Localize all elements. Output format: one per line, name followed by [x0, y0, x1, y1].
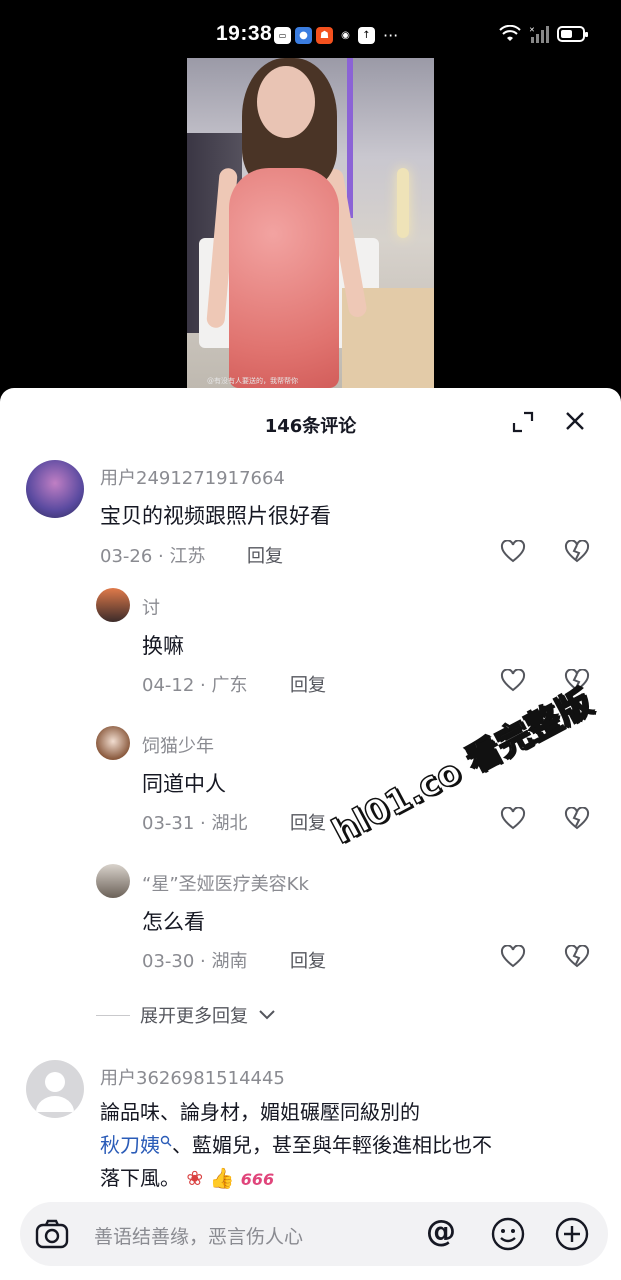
video-caption: @有没有人要送的，我帮帮你	[207, 377, 298, 385]
upload-icon: ↑	[358, 27, 375, 44]
video-player[interactable]: @有没有人要送的，我帮帮你	[187, 58, 434, 388]
expand-icon[interactable]	[512, 411, 534, 433]
reply-location: 湖北	[211, 813, 248, 834]
avatar[interactable]	[96, 864, 130, 898]
avatar[interactable]	[26, 460, 84, 518]
comment-location: 江苏	[169, 546, 206, 567]
like-icon[interactable]	[500, 807, 526, 831]
emoji-icon[interactable]	[490, 1216, 526, 1252]
avatar[interactable]	[96, 726, 130, 760]
reply-button[interactable]: 回复	[290, 947, 326, 973]
close-icon[interactable]	[564, 410, 586, 432]
reply-text[interactable]: 同道中人	[142, 768, 226, 798]
comment-text-line: 落下風。 ❀ 👍 666	[100, 1162, 590, 1196]
reply-button[interactable]: 回复	[290, 809, 326, 835]
battery-icon	[557, 26, 588, 42]
browser-notification-icon: ●	[295, 27, 312, 44]
mention-icon[interactable]: @	[426, 1214, 456, 1249]
reply-text[interactable]: 怎么看	[142, 906, 205, 936]
comments-sheet: 146条评论 用户2491271917664 宝贝的视频跟照片很好看 03-26…	[0, 388, 621, 1280]
comment-input-bar[interactable]: 善语结善缘，恶言伤人心 @	[20, 1202, 608, 1266]
app-notification-icon: ▭	[274, 27, 291, 44]
search-icon	[160, 1135, 172, 1147]
comment-username[interactable]: 用户3626981514445	[100, 1064, 285, 1090]
more-notifications-icon: ···	[383, 26, 399, 45]
comment-text-line: 秋刀姨 、藍媚兒，甚至與年輕後進相比也不	[100, 1129, 590, 1162]
like-icon[interactable]	[500, 669, 526, 693]
comment-text-end: 落下風。	[100, 1166, 180, 1190]
thumbs-up-emoji-icon: 👍	[209, 1166, 235, 1190]
reply-text[interactable]: 换嘛	[142, 630, 184, 660]
dislike-icon[interactable]	[564, 807, 590, 831]
wifi-icon	[499, 25, 521, 41]
reply-location: 湖南	[211, 951, 248, 972]
expand-replies-label: 展开更多回复	[140, 1006, 248, 1027]
status-time: 19:38	[216, 22, 273, 45]
reply-username[interactable]: “星”圣娅医疗美容Kk	[142, 870, 309, 896]
reply-date: 03-31	[142, 813, 195, 834]
video-person-face	[257, 66, 315, 138]
expand-replies-button[interactable]: 展开更多回复	[96, 1002, 276, 1028]
reply-meta: 04-12 · 广东	[142, 675, 248, 696]
reply-username[interactable]: 讨	[142, 594, 160, 620]
666-emoji-icon: 666	[240, 1170, 275, 1189]
reply-button[interactable]: 回复	[247, 542, 283, 568]
divider	[96, 1014, 130, 1016]
like-icon[interactable]	[500, 540, 526, 564]
shopping-notification-icon: ☗	[316, 27, 333, 44]
comment-text-line: 論品味、論身材，媚姐碾壓同級別的	[100, 1100, 420, 1124]
default-avatar-icon	[36, 1072, 74, 1112]
dislike-icon[interactable]	[564, 945, 590, 969]
reply-meta: 03-30 · 湖南	[142, 951, 248, 972]
add-icon[interactable]	[554, 1216, 590, 1252]
svg-text:✕: ✕	[529, 26, 535, 34]
hotspot-icon: ◉	[341, 30, 350, 41]
video-person-dress	[229, 168, 339, 388]
reply-button[interactable]: 回复	[290, 671, 326, 697]
avatar[interactable]	[26, 1060, 84, 1118]
reply-date: 03-30	[142, 951, 195, 972]
rose-emoji-icon: ❀	[186, 1166, 204, 1190]
notification-icons: ▭ ● ☗ ◉ ↑ ···	[274, 26, 398, 45]
comment-date: 03-26	[100, 546, 153, 567]
dislike-icon[interactable]	[564, 540, 590, 564]
reply-date: 04-12	[142, 675, 195, 696]
reply-location: 广东	[211, 675, 248, 696]
comment-meta: 03-26 · 江苏	[100, 546, 206, 567]
comment-input[interactable]: 善语结善缘，恶言伤人心	[94, 1222, 303, 1249]
status-bar: 19:38 ▭ ● ☗ ◉ ↑ ··· ✕	[0, 0, 621, 58]
reply-meta: 03-31 · 湖北	[142, 813, 248, 834]
video-wall-light-strip	[347, 58, 353, 218]
comment-text[interactable]: 論品味、論身材，媚姐碾壓同級別的 秋刀姨 、藍媚兒，甚至與年輕後進相比也不 落下風…	[100, 1096, 590, 1196]
comment-text[interactable]: 宝贝的视频跟照片很好看	[100, 500, 331, 530]
avatar[interactable]	[96, 588, 130, 622]
chevron-down-icon	[259, 1010, 275, 1020]
reply-username[interactable]: 饲猫少年	[142, 732, 214, 758]
video-wall-lamp	[397, 168, 409, 238]
like-icon[interactable]	[500, 945, 526, 969]
search-tag-link[interactable]: 秋刀姨	[100, 1133, 160, 1157]
signal-icon: ✕	[529, 26, 549, 43]
camera-icon[interactable]	[34, 1216, 70, 1252]
comment-username[interactable]: 用户2491271917664	[100, 464, 285, 490]
comment-text-rest: 、藍媚兒，甚至與年輕後進相比也不	[172, 1133, 492, 1157]
